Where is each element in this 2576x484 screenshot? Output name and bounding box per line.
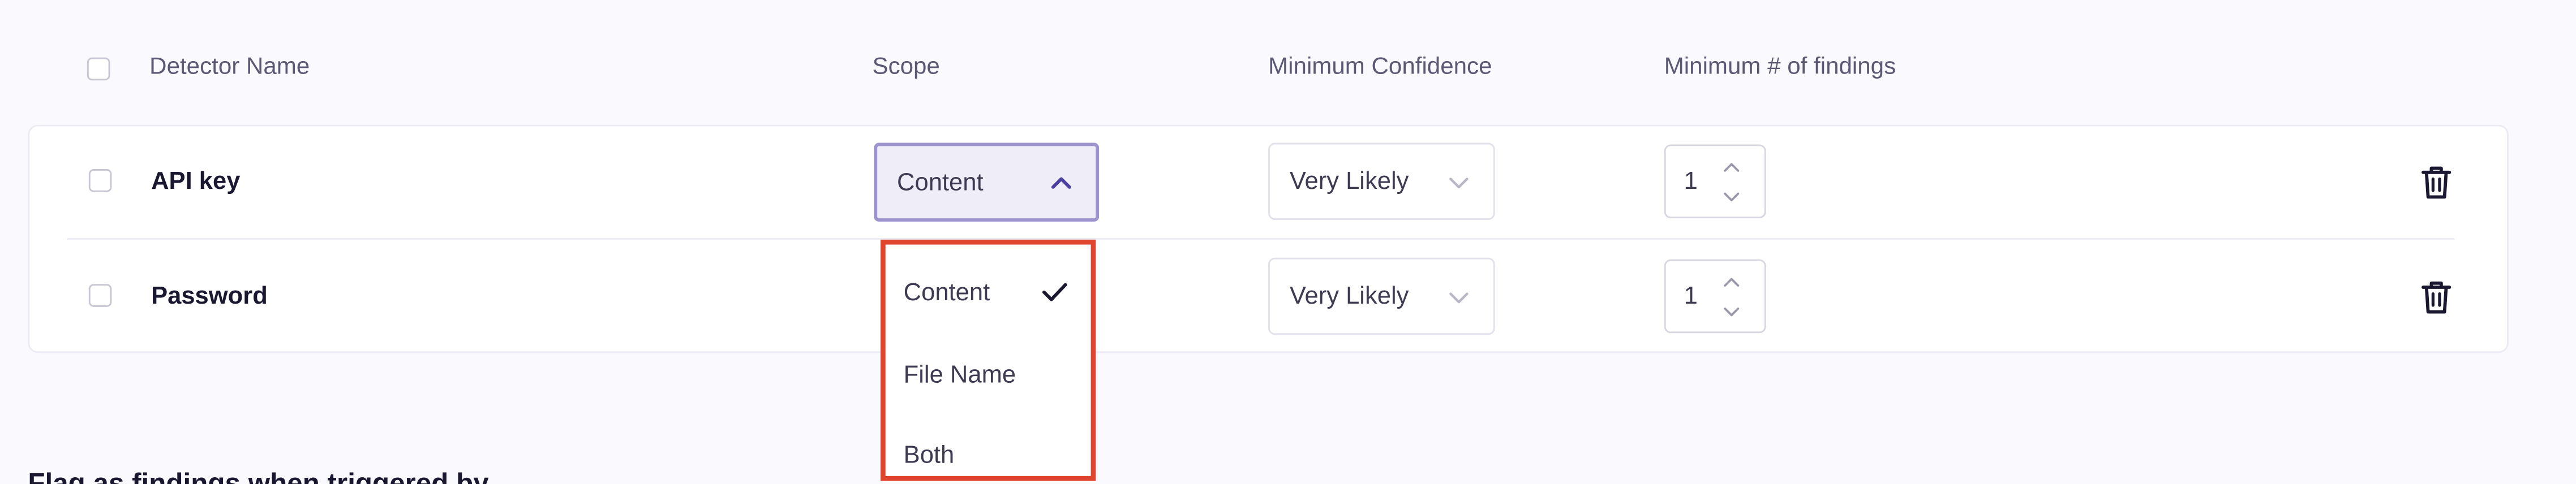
row-divider xyxy=(67,237,2455,240)
detectors-panel: Detector Name Scope Minimum Confidence M… xyxy=(0,0,2576,484)
check-icon xyxy=(1042,283,1067,301)
increment-arrow-icon[interactable] xyxy=(1721,161,1741,174)
scope-option-file-name[interactable]: File Name xyxy=(904,361,1016,389)
scope-dropdown-menu: Content File Name Both xyxy=(881,239,1096,481)
increment-arrow-icon[interactable] xyxy=(1721,276,1741,289)
decrement-arrow-icon[interactable] xyxy=(1721,191,1741,204)
row-checkbox-api-key[interactable] xyxy=(88,169,112,192)
trash-icon[interactable] xyxy=(2420,279,2453,316)
trash-icon[interactable] xyxy=(2420,164,2453,200)
scope-select-api-key[interactable]: Content xyxy=(874,142,1100,222)
scope-value: Content xyxy=(897,168,984,196)
min-findings-stepper-api-key[interactable]: 1 xyxy=(1664,144,1766,219)
select-all-checkbox[interactable] xyxy=(87,57,110,81)
min-findings-value: 1 xyxy=(1684,282,1698,310)
min-findings-stepper-password[interactable]: 1 xyxy=(1664,259,1766,334)
header-detector-name: Detector Name xyxy=(149,54,310,81)
confidence-value: Very Likely xyxy=(1289,167,1409,196)
section-heading: Flag as findings when triggered by xyxy=(28,468,489,484)
header-scope: Scope xyxy=(872,54,940,81)
scope-option-content[interactable]: Content xyxy=(904,279,990,307)
chevron-down-icon xyxy=(1449,176,1469,188)
scope-option-both[interactable]: Both xyxy=(904,442,955,469)
chevron-down-icon xyxy=(1449,292,1469,302)
header-minimum-findings: Minimum # of findings xyxy=(1664,54,1896,81)
detector-name-api-key: API key xyxy=(151,167,241,196)
decrement-arrow-icon[interactable] xyxy=(1721,305,1741,318)
confidence-value: Very Likely xyxy=(1289,282,1409,310)
confidence-select-api-key[interactable]: Very Likely xyxy=(1268,142,1495,221)
detector-name-password: Password xyxy=(151,282,268,310)
header-minimum-confidence: Minimum Confidence xyxy=(1268,54,1492,81)
row-checkbox-password[interactable] xyxy=(88,284,112,307)
confidence-select-password[interactable]: Very Likely xyxy=(1268,257,1495,335)
chevron-up-icon xyxy=(1051,177,1071,189)
min-findings-value: 1 xyxy=(1684,167,1698,196)
